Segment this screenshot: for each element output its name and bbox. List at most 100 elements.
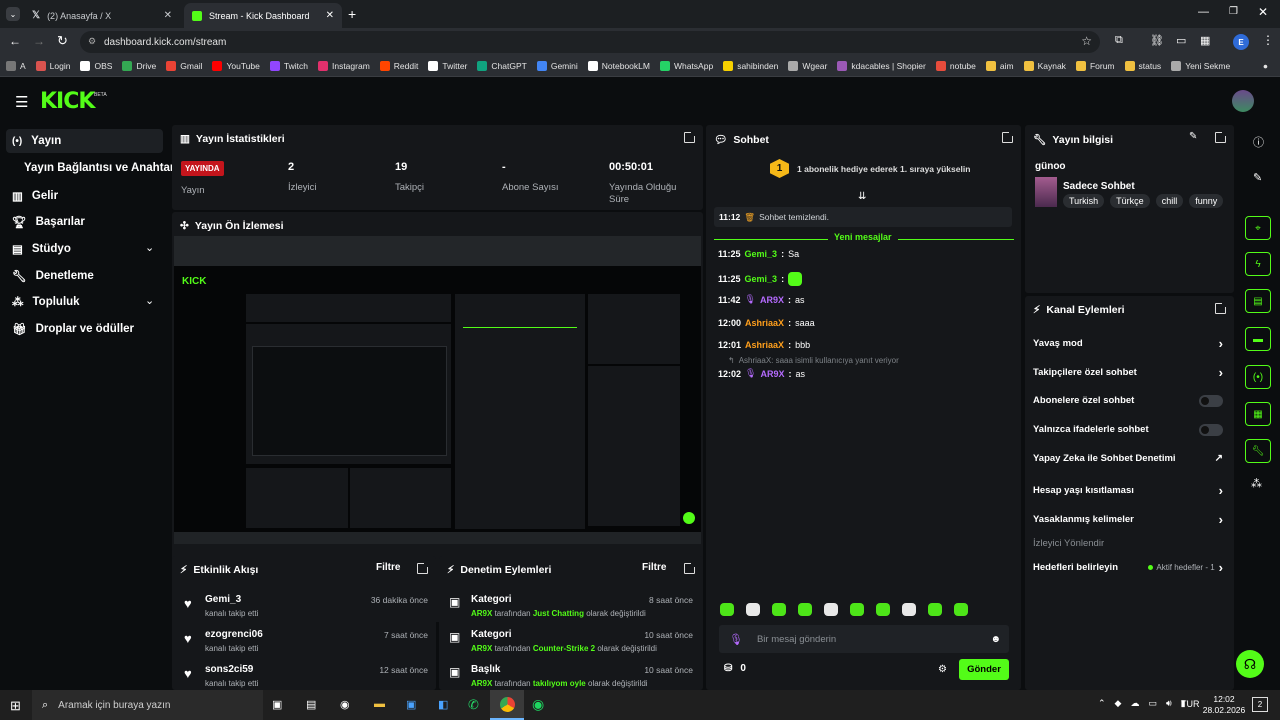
site-info-icon[interactable]: ⚙ — [88, 36, 96, 47]
moderator-name[interactable]: AR9X — [471, 609, 492, 618]
app-icon[interactable]: ◧ — [438, 698, 448, 711]
lightning-icon[interactable]: ϟ — [1245, 252, 1271, 276]
chat-message[interactable]: 11:25 Gemi_3: — [718, 272, 803, 286]
emote-icon[interactable] — [928, 603, 942, 616]
sidebar-item-studyo[interactable]: ▤ Stüdyo — [12, 242, 71, 256]
tray-chevron-icon[interactable]: ⌃ — [1098, 698, 1106, 709]
link-icon[interactable]: ⛓ — [1150, 34, 1164, 47]
info-icon[interactable]: ⓘ — [1253, 134, 1264, 150]
windows-start-icon[interactable]: ⊞ — [10, 698, 21, 714]
tab-x-home[interactable]: 𝕏 (2) Anasayfa / X ✕ — [24, 3, 180, 28]
channel-action-item[interactable]: Yavaş mod › — [1033, 336, 1223, 351]
tag-chip[interactable]: Turkish — [1063, 194, 1105, 208]
chat-username[interactable]: AshriaaX — [745, 318, 784, 328]
tab-kick-dashboard[interactable]: Stream - Kick Dashboard ✕ — [184, 3, 342, 28]
emote-icon[interactable] — [876, 603, 890, 616]
filter-button[interactable]: Filtre — [642, 562, 666, 573]
chat-username[interactable]: AR9X — [760, 295, 784, 305]
bookmark-item[interactable]: Login — [35, 61, 70, 71]
toggle-switch[interactable] — [1199, 423, 1223, 436]
pin-icon[interactable]: ⇊ — [858, 191, 866, 202]
bookmark-item[interactable]: YouTube — [212, 61, 260, 71]
crosshair-icon[interactable]: ⌖ — [1245, 216, 1271, 240]
bookmark-item[interactable]: Forum — [1075, 61, 1115, 71]
bookmark-item[interactable]: Gemini — [536, 61, 578, 71]
sidebar-item-stream-key[interactable]: Yayın Bağlantısı ve Anahtarı — [24, 162, 178, 174]
bookmark-item[interactable]: Instagram — [317, 61, 370, 71]
bookmark-item[interactable]: notube — [935, 61, 976, 71]
extensions-icon[interactable]: ⧉ — [1115, 34, 1123, 47]
channel-action-item[interactable]: Yalnızca ifadelerle sohbet — [1033, 423, 1223, 436]
clips-icon[interactable]: ▦ — [1245, 402, 1271, 426]
system-tray[interactable]: ⌃ ◆ ☁ ▭ 🔊︎ ▮ — [1098, 698, 1186, 709]
channel-action-item[interactable]: Yapay Zeka ile Sohbet Denetimi ↗ — [1033, 453, 1223, 464]
chevron-down-icon[interactable]: ⌄ — [145, 241, 154, 254]
bookmark-item[interactable]: Twitch — [269, 61, 308, 71]
chrome-icon[interactable] — [490, 690, 524, 720]
address-bar[interactable]: ⚙ dashboard.kick.com/stream ☆ — [80, 31, 1100, 53]
popout-icon[interactable] — [1002, 130, 1015, 143]
emote-icon[interactable] — [902, 603, 916, 616]
popout-icon[interactable] — [684, 561, 697, 574]
bookmark-item[interactable]: Kaynak — [1023, 61, 1066, 71]
reload-icon[interactable]: ↻ — [57, 33, 68, 49]
send-button[interactable]: Gönder — [959, 659, 1009, 680]
taskbar-search[interactable]: ⌕ Aramak için buraya yazın — [32, 690, 263, 720]
moderator-name[interactable]: AR9X — [471, 679, 492, 688]
moderation-item[interactable]: ▣ Kategori AR9X tarafından Counter-Strike … — [449, 627, 693, 659]
tag-chip[interactable]: Türkçe — [1110, 194, 1150, 208]
minimize-button[interactable]: — — [1198, 6, 1209, 18]
volume-icon[interactable]: 🔊︎ — [1166, 698, 1172, 709]
chat-rail-icon[interactable]: ▬ — [1245, 327, 1271, 351]
bookmark-item[interactable]: status — [1124, 61, 1161, 71]
support-chat-icon[interactable]: ☊ — [1236, 650, 1264, 678]
apps-icon[interactable]: ▦ — [1200, 34, 1210, 47]
chevron-down-icon[interactable]: ⌄ — [145, 294, 154, 307]
sidebar-item-droplar[interactable]: 🎁︎ Droplar ve ödüller — [12, 322, 134, 336]
bookmark-item[interactable]: WhatsApp — [659, 61, 713, 71]
raid-label[interactable]: İzleyici Yönlendir — [1033, 538, 1104, 549]
moderation-item[interactable]: ▣ Kategori AR9X tarafından Just Chatting o… — [449, 592, 693, 624]
chat-username[interactable]: Gemi_3 — [745, 249, 778, 259]
activity-item[interactable]: ♥ Gemi_3 kanalı takip etti 36 dakika önce — [184, 592, 428, 624]
app-icon[interactable]: ◉ — [340, 698, 350, 711]
external-link-icon[interactable]: ↗ — [1215, 453, 1223, 464]
chat-username[interactable]: AR9X — [760, 369, 784, 379]
bookmark-item[interactable]: sahibinden — [723, 61, 778, 71]
tab-close-icon[interactable]: ✕ — [326, 10, 334, 21]
bookmark-item[interactable]: Twitter — [428, 61, 467, 71]
clock[interactable]: 12:02 28.02.2026 — [1201, 694, 1247, 716]
edit-pencil-icon[interactable]: ✎ — [1253, 171, 1262, 184]
sidebar-item-denetleme[interactable]: 🔧︎ Denetleme — [12, 269, 94, 283]
forward-arrow-icon[interactable]: → — [33, 34, 45, 48]
activity-item[interactable]: ♥ ezogrenci06 kanalı takip etti 7 saat önce — [184, 627, 428, 659]
wrench-rail-icon[interactable]: 🔧︎ — [1245, 439, 1271, 463]
community-rail-icon[interactable]: ⁂ — [1251, 477, 1262, 490]
task-view-icon[interactable]: ▣ — [272, 698, 282, 711]
sidebar-item-topluluk[interactable]: ⁂ Topluluk — [12, 295, 80, 309]
emote-icon[interactable] — [772, 603, 786, 616]
preview-video[interactable]: KICK — [174, 236, 701, 544]
bookmark-item[interactable]: OBS — [80, 61, 112, 71]
bookmark-item[interactable]: ChatGPT — [477, 61, 527, 71]
chat-message[interactable]: 11:42 🎙︎ AR9X: as — [718, 294, 805, 305]
activity-user[interactable]: sons2ci59 — [205, 664, 253, 675]
settings-gear-icon[interactable]: ⚙ — [938, 664, 947, 675]
bookmark-item[interactable]: NotebookLM — [587, 61, 650, 71]
tab-close-icon[interactable]: ✕ — [164, 10, 172, 21]
document-icon[interactable]: ▤ — [1245, 289, 1271, 313]
emote-icon[interactable] — [824, 603, 838, 616]
window-close-button[interactable]: ✕ — [1258, 5, 1268, 19]
emote-icon[interactable] — [798, 603, 812, 616]
toggle-switch[interactable] — [1199, 394, 1223, 407]
cloud-icon[interactable]: ☁ — [1130, 698, 1139, 709]
emote-icon[interactable] — [850, 603, 864, 616]
user-avatar[interactable] — [1232, 90, 1254, 112]
chevron-right-icon[interactable]: › — [1219, 512, 1223, 527]
bookmark-item[interactable]: kdacables | Shopier — [837, 61, 926, 71]
chat-message[interactable]: 12:01 AshriaaX: bbb — [718, 340, 810, 350]
tray-app-icon[interactable]: ◆ — [1115, 698, 1122, 709]
chevron-right-icon[interactable]: › — [1219, 483, 1223, 498]
gift-banner[interactable]: 1 1 abonelik hediye ederek 1. sıraya yük… — [770, 159, 970, 178]
bookmark-item[interactable]: Yeni Sekme — [1171, 61, 1230, 71]
